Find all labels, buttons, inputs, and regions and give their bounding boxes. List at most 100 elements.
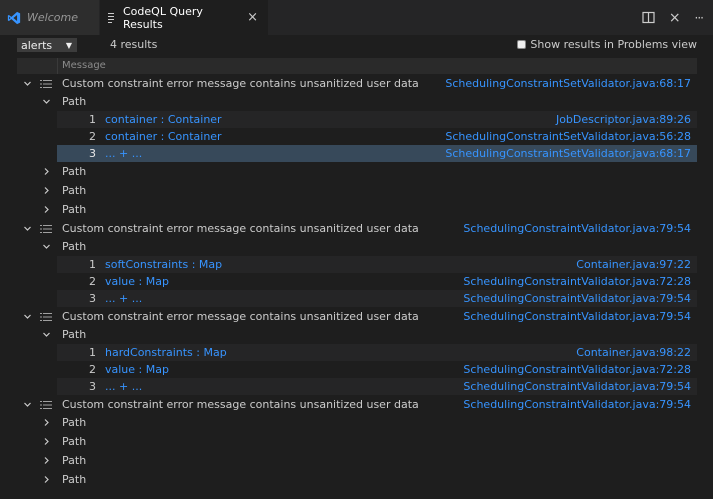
step-number: 1 (89, 258, 96, 271)
chevron-down-icon[interactable] (20, 219, 34, 238)
chevron-down-icon[interactable] (20, 395, 34, 414)
table-body: Custom constraint error message contains… (17, 74, 697, 489)
step-label-link[interactable]: value : Map (105, 363, 169, 376)
path-step-row[interactable]: 2 container : Container SchedulingConstrai… (17, 128, 697, 145)
tab-codeql-results[interactable]: CodeQL Query Results × (100, 0, 269, 35)
chevron-down-icon[interactable] (39, 237, 53, 256)
more-actions-icon[interactable]: ··· (695, 11, 705, 25)
path-label: Path (62, 473, 87, 486)
path-row[interactable]: Path (17, 413, 697, 432)
alert-message: Custom constraint error message contains… (62, 76, 419, 90)
step-location-link[interactable]: Container.java:98:22 (576, 346, 691, 359)
result-set-select[interactable]: alerts ▼ (17, 38, 77, 52)
step-label-link[interactable]: ... + ... (105, 292, 142, 305)
step-number: 1 (89, 346, 96, 359)
step-label-link[interactable]: value : Map (105, 275, 169, 288)
path-row[interactable]: Path (17, 92, 697, 111)
list-icon (39, 74, 53, 93)
path-label: Path (62, 416, 87, 429)
chevron-right-icon[interactable] (39, 451, 53, 470)
alert-location-link[interactable]: SchedulingConstraintValidator.java:79:54 (463, 222, 691, 235)
alert-location-link[interactable]: SchedulingConstraintValidator.java:79:54 (463, 398, 691, 411)
alert-message: Custom constraint error message contains… (62, 309, 419, 323)
results-toolbar: alerts ▼ 4 results Show results in Probl… (0, 35, 713, 56)
path-step-row[interactable]: 2 value : Map SchedulingConstraintValidato… (17, 273, 697, 290)
alert-row[interactable]: Custom constraint error message contains… (17, 307, 697, 325)
path-step-row[interactable]: 3 ... + ... SchedulingConstraintValidator.… (17, 378, 697, 395)
list-icon (39, 219, 53, 238)
path-step-row[interactable]: 3 ... + ... SchedulingConstraintSetValidat… (17, 145, 697, 162)
path-row[interactable]: Path (17, 432, 697, 451)
alert-location-link[interactable]: SchedulingConstraintValidator.java:79:54 (463, 310, 691, 323)
result-count: 4 results (110, 38, 158, 51)
step-label-link[interactable]: container : Container (105, 130, 222, 143)
path-row[interactable]: Path (17, 470, 697, 489)
chevron-right-icon[interactable] (39, 200, 53, 219)
close-icon[interactable]: × (247, 11, 258, 24)
step-label-link[interactable]: hardConstraints : Map (105, 346, 227, 359)
step-location-link[interactable]: SchedulingConstraintValidator.java:79:54 (463, 292, 691, 305)
step-location-link[interactable]: SchedulingConstraintValidator.java:72:28 (463, 275, 691, 288)
path-label: Path (62, 240, 87, 253)
path-row[interactable]: Path (17, 237, 697, 256)
problems-view-toggle[interactable]: Show results in Problems view (517, 38, 697, 51)
alert-message: Custom constraint error message contains… (62, 221, 419, 235)
alert-location-link[interactable]: SchedulingConstraintSetValidator.java:68… (445, 77, 691, 90)
alert-row[interactable]: Custom constraint error message contains… (17, 395, 697, 413)
step-location-link[interactable]: JobDescriptor.java:89:26 (556, 113, 691, 126)
step-number: 3 (89, 292, 96, 305)
split-editor-icon[interactable] (642, 11, 655, 24)
step-location-link[interactable]: Container.java:97:22 (576, 258, 691, 271)
path-row[interactable]: Path (17, 181, 697, 200)
result-set-value: alerts (21, 38, 53, 52)
chevron-down-icon[interactable] (39, 92, 53, 111)
chevron-right-icon[interactable] (39, 181, 53, 200)
path-step-row[interactable]: 3 ... + ... SchedulingConstraintValidator.… (17, 290, 697, 307)
path-step-row[interactable]: 2 value : Map SchedulingConstraintValidato… (17, 361, 697, 378)
path-label: Path (62, 454, 87, 467)
step-label-link[interactable]: container : Container (105, 113, 222, 126)
step-number: 3 (89, 147, 96, 160)
step-location-link[interactable]: SchedulingConstraintSetValidator.java:68… (445, 147, 691, 160)
path-row[interactable]: Path (17, 162, 697, 181)
editor-tab-bar: Welcome CodeQL Query Results × × ··· (0, 0, 713, 35)
chevron-right-icon[interactable] (39, 432, 53, 451)
path-row[interactable]: Path (17, 325, 697, 344)
close-all-icon[interactable]: × (669, 10, 681, 26)
path-step-row[interactable]: 1 softConstraints : Map Container.java:97:… (17, 256, 697, 273)
step-location-link[interactable]: SchedulingConstraintSetValidator.java:56… (445, 130, 691, 143)
path-label: Path (62, 328, 87, 341)
step-label-link[interactable]: softConstraints : Map (105, 258, 222, 271)
chevron-right-icon[interactable] (39, 413, 53, 432)
tab-welcome[interactable]: Welcome (0, 0, 100, 35)
path-step-row[interactable]: 1 hardConstraints : Map Container.java:98:… (17, 344, 697, 361)
list-icon (39, 307, 53, 326)
chevron-down-icon[interactable] (20, 307, 34, 326)
results-table: Message Custom constraint error message … (17, 58, 697, 489)
path-step-row[interactable]: 1 container : Container JobDescriptor.java… (17, 111, 697, 128)
step-label-link[interactable]: ... + ... (105, 147, 142, 160)
path-row[interactable]: Path (17, 200, 697, 219)
chevron-down-icon[interactable] (20, 74, 34, 93)
chevron-down-icon[interactable] (39, 325, 53, 344)
path-label: Path (62, 165, 87, 178)
alert-row[interactable]: Custom constraint error message contains… (17, 74, 697, 92)
alert-message: Custom constraint error message contains… (62, 397, 419, 411)
tab-label: Welcome (27, 11, 78, 24)
alert-row[interactable]: Custom constraint error message contains… (17, 219, 697, 237)
file-lines-icon (107, 12, 117, 24)
step-number: 2 (89, 130, 96, 143)
step-location-link[interactable]: SchedulingConstraintValidator.java:72:28 (463, 363, 691, 376)
problems-label: Show results in Problems view (530, 38, 697, 51)
path-label: Path (62, 203, 87, 216)
chevron-down-icon: ▼ (65, 41, 72, 50)
problems-checkbox[interactable] (517, 40, 527, 49)
header-message: Message (62, 60, 106, 71)
path-label: Path (62, 95, 87, 108)
step-label-link[interactable]: ... + ... (105, 380, 142, 393)
step-location-link[interactable]: SchedulingConstraintValidator.java:79:54 (463, 380, 691, 393)
path-row[interactable]: Path (17, 451, 697, 470)
chevron-right-icon[interactable] (39, 470, 53, 489)
step-number: 3 (89, 380, 96, 393)
chevron-right-icon[interactable] (39, 162, 53, 181)
